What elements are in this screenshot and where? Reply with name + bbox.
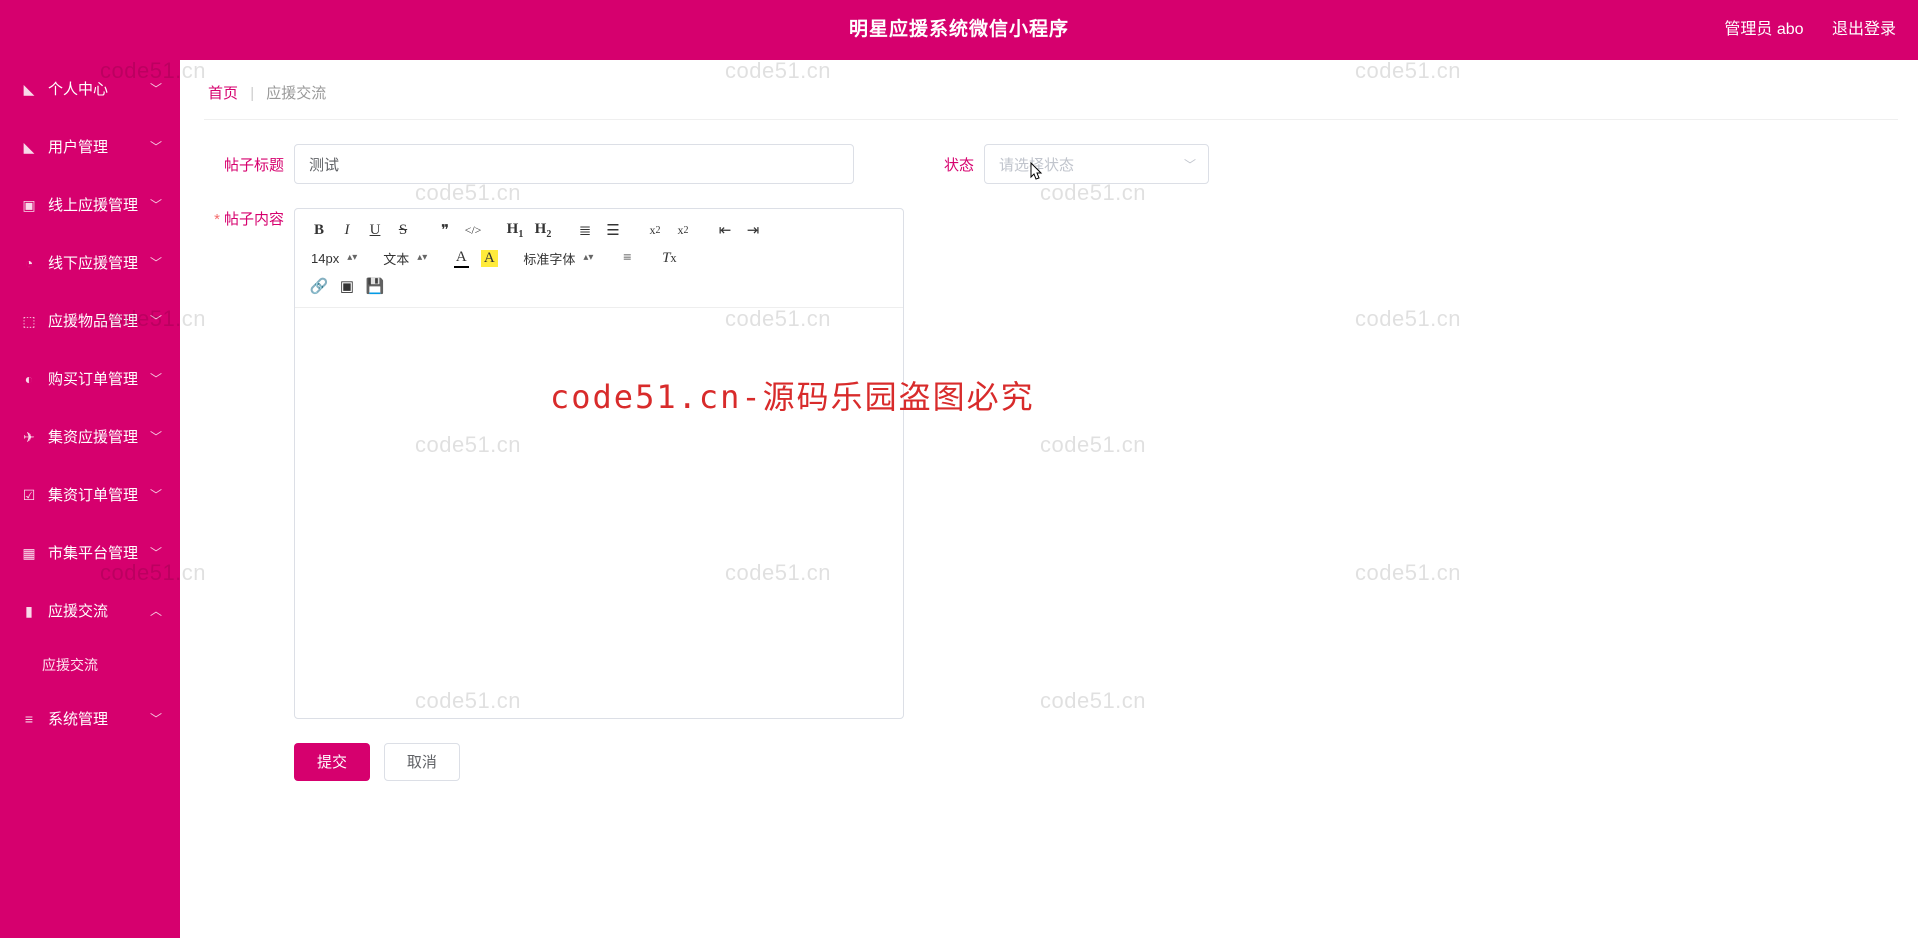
- person-icon: ◣: [20, 60, 38, 118]
- ol-icon[interactable]: ≣: [571, 217, 599, 243]
- clock-icon: ◔: [20, 234, 38, 292]
- sidebar-item-label: 集资订单管理: [48, 487, 138, 504]
- paragraph-select[interactable]: 文本▴▾: [377, 245, 433, 271]
- sidebar-item-profile[interactable]: ◣ 个人中心 ﹀: [0, 60, 180, 118]
- ul-icon[interactable]: ☰: [599, 217, 627, 243]
- title-input[interactable]: [294, 144, 854, 184]
- sidebar-item-orders[interactable]: ◐ 购买订单管理 ﹀: [0, 350, 180, 408]
- chevron-down-icon: ﹀: [150, 234, 162, 292]
- breadcrumb-sep: |: [250, 85, 254, 102]
- title-label: 帖子标题: [204, 154, 284, 175]
- textcolor-icon[interactable]: A: [447, 245, 475, 271]
- form-row-title-status: 帖子标题 状态 请选择状态 ﹀: [204, 144, 1898, 184]
- content-label: *帖子内容: [204, 208, 284, 229]
- sidebar-subitem-forum[interactable]: 应援交流: [0, 640, 180, 690]
- sidebar-item-funding-orders[interactable]: ☑ 集资订单管理 ﹀: [0, 466, 180, 524]
- clearformat-icon[interactable]: Tx: [655, 245, 683, 271]
- link-icon[interactable]: 🔗: [305, 273, 333, 299]
- chevron-down-icon: ﹀: [1184, 156, 1196, 173]
- chevron-down-icon: ﹀: [150, 524, 162, 582]
- sidebar-item-funding[interactable]: ✈ 集资应援管理 ﹀: [0, 408, 180, 466]
- editor-body[interactable]: [295, 308, 903, 718]
- sidebar-item-users[interactable]: ◣ 用户管理 ﹀: [0, 118, 180, 176]
- clipboard-icon: ▣: [20, 176, 38, 234]
- bars-icon: ▮: [20, 582, 38, 640]
- sidebar-item-offline-support[interactable]: ◔ 线下应援管理 ﹀: [0, 234, 180, 292]
- chevron-down-icon: ﹀: [150, 466, 162, 524]
- sidebar-item-forum[interactable]: ▮ 应援交流 ︿: [0, 582, 180, 640]
- sidebar-item-label: 应援物品管理: [48, 313, 138, 330]
- strike-icon[interactable]: S: [389, 217, 417, 243]
- check-icon: ☑: [20, 466, 38, 524]
- cancel-button[interactable]: 取消: [384, 743, 460, 781]
- grid-icon: ▦: [20, 524, 38, 582]
- sidebar-item-system[interactable]: ≡ 系统管理 ﹀: [0, 690, 180, 748]
- chevron-down-icon: ﹀: [150, 60, 162, 118]
- breadcrumb-home[interactable]: 首页: [208, 85, 238, 102]
- chevron-down-icon: ﹀: [150, 690, 162, 748]
- superscript-icon[interactable]: x2: [669, 217, 697, 243]
- sidebar-item-label: 线下应援管理: [48, 255, 138, 272]
- italic-icon[interactable]: I: [333, 217, 361, 243]
- header-right: 管理员 abo 退出登录: [1700, 0, 1896, 60]
- fontfamily-select[interactable]: 标准字体▴▾: [517, 245, 599, 271]
- sidebar-item-label: 个人中心: [48, 81, 108, 98]
- outdent-icon[interactable]: ⇥: [739, 217, 767, 243]
- submit-button[interactable]: 提交: [294, 743, 370, 781]
- chevron-down-icon: ﹀: [150, 176, 162, 234]
- menu-icon: ≡: [20, 690, 38, 748]
- image-icon[interactable]: ▣: [333, 273, 361, 299]
- sidebar-item-label: 用户管理: [48, 139, 108, 156]
- app-header: 明星应援系统微信小程序 管理员 abo 退出登录: [0, 0, 1918, 60]
- sidebar-item-online-support[interactable]: ▣ 线上应援管理 ﹀: [0, 176, 180, 234]
- h2-icon[interactable]: H2: [529, 217, 557, 243]
- editor-toolbar: B I U S ❞ </> H1 H2 ≣ ☰ x2 x2: [295, 209, 903, 308]
- chevron-up-icon: ︿: [150, 582, 162, 640]
- app-title: 明星应援系统微信小程序: [849, 0, 1069, 60]
- sidebar-item-label: 系统管理: [48, 711, 108, 728]
- quote-icon[interactable]: ❞: [431, 217, 459, 243]
- current-user[interactable]: 管理员 abo: [1724, 21, 1803, 38]
- fontsize-select[interactable]: 14px▴▾: [305, 245, 363, 271]
- sidebar: ◣ 个人中心 ﹀ ◣ 用户管理 ﹀ ▣ 线上应援管理 ﹀ ◔ 线下应援管理 ﹀ ⬚ 应援物品管理 ﹀…: [0, 60, 180, 938]
- bgcolor-icon[interactable]: A: [475, 245, 503, 271]
- form-actions: 提交 取消: [204, 743, 1898, 781]
- save-icon[interactable]: 💾: [361, 273, 389, 299]
- sidebar-item-label: 购买订单管理: [48, 371, 138, 388]
- status-placeholder: 请选择状态: [999, 154, 1074, 175]
- cart-icon: ◐: [20, 350, 38, 408]
- chevron-down-icon: ﹀: [150, 118, 162, 176]
- status-select[interactable]: 请选择状态 ﹀: [984, 144, 1209, 184]
- chevron-down-icon: ﹀: [150, 292, 162, 350]
- underline-icon[interactable]: U: [361, 217, 389, 243]
- sidebar-item-label: 应援交流: [48, 603, 108, 620]
- sidebar-item-label: 线上应援管理: [48, 197, 138, 214]
- indent-icon[interactable]: ⇤: [711, 217, 739, 243]
- align-icon[interactable]: ≡: [613, 245, 641, 271]
- logout-link[interactable]: 退出登录: [1832, 21, 1896, 38]
- breadcrumb: 首页 | 应援交流: [204, 74, 1898, 120]
- main-content: 首页 | 应援交流 帖子标题 状态 请选择状态 ﹀ *帖子内容 B I U S: [180, 60, 1918, 938]
- chevron-down-icon: ﹀: [150, 408, 162, 466]
- sidebar-item-goods[interactable]: ⬚ 应援物品管理 ﹀: [0, 292, 180, 350]
- status-label: 状态: [894, 154, 974, 175]
- sidebar-item-market[interactable]: ▦ 市集平台管理 ﹀: [0, 524, 180, 582]
- rich-editor: B I U S ❞ </> H1 H2 ≣ ☰ x2 x2: [294, 208, 904, 719]
- users-icon: ◣: [20, 118, 38, 176]
- sidebar-item-label: 市集平台管理: [48, 545, 138, 562]
- send-icon: ✈: [20, 408, 38, 466]
- mic-icon: ⬚: [20, 292, 38, 350]
- code-icon[interactable]: </>: [459, 217, 487, 243]
- bold-icon[interactable]: B: [305, 217, 333, 243]
- breadcrumb-current: 应援交流: [266, 85, 326, 102]
- sidebar-item-label: 集资应援管理: [48, 429, 138, 446]
- chevron-down-icon: ﹀: [150, 350, 162, 408]
- h1-icon[interactable]: H1: [501, 217, 529, 243]
- subscript-icon[interactable]: x2: [641, 217, 669, 243]
- form-row-content: *帖子内容 B I U S ❞ </> H1 H2 ≣ ☰: [204, 208, 1898, 719]
